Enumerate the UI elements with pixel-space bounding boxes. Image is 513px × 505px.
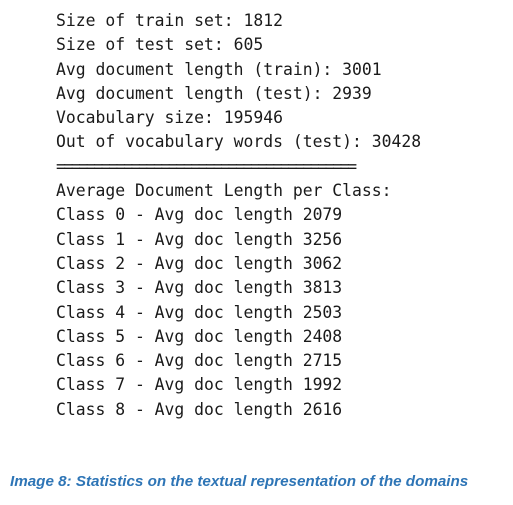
per-class-heading: Average Document Length per Class: <box>56 181 392 201</box>
vocabulary-size: Vocabulary size: 195946 <box>56 108 283 128</box>
class-row: Class 6 - Avg doc length 2715 <box>56 351 343 371</box>
train-set-size: Size of train set: 1812 <box>56 11 283 30</box>
class-row: Class 4 - Avg doc length 2503 <box>56 302 343 322</box>
avg-length-train: Avg document length (train): 3001 <box>56 59 382 79</box>
oov-words-test: Out of vocabulary words (test): 30428 <box>56 132 422 152</box>
separator-line: ======================================== <box>56 156 357 176</box>
class-row: Class 5 - Avg doc length 2408 <box>56 326 343 346</box>
console-output: Size of train set: 1812 Size of test set… <box>56 9 496 422</box>
class-row: Class 3 - Avg doc length 3813 <box>56 278 343 298</box>
test-set-size: Size of test set: 605 <box>56 35 264 55</box>
class-row: Class 0 - Avg doc length 2079 <box>56 205 343 225</box>
class-row: Class 2 - Avg doc length 3062 <box>56 253 343 273</box>
class-row: Class 8 - Avg doc length 2616 <box>56 399 343 419</box>
class-row: Class 7 - Avg doc length 1992 <box>56 375 343 395</box>
avg-length-test: Avg document length (test): 2939 <box>56 83 372 103</box>
class-row: Class 1 - Avg doc length 3256 <box>56 229 343 249</box>
figure-caption: Image 8: Statistics on the textual repre… <box>10 473 469 490</box>
